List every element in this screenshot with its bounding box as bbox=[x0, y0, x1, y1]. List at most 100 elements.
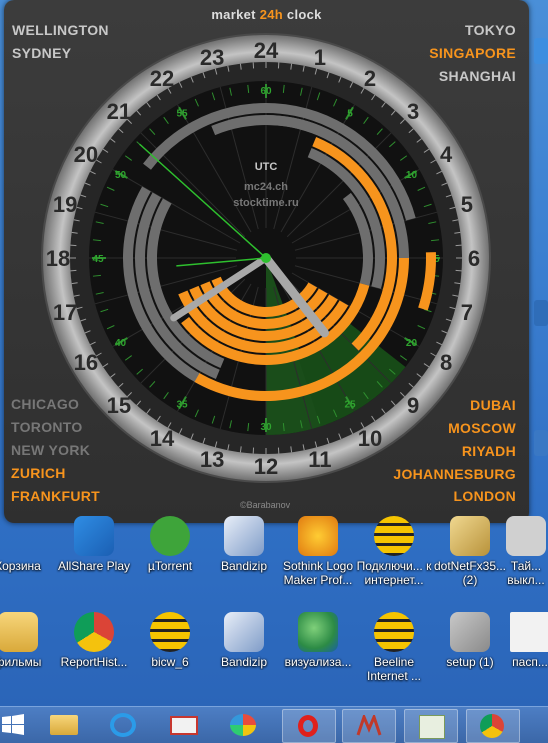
bandizip-icon bbox=[224, 612, 264, 652]
chart-app-icon bbox=[419, 715, 445, 739]
recycle-bin-icon bbox=[0, 516, 38, 556]
hour-number: 9 bbox=[407, 393, 419, 418]
folder-icon bbox=[50, 715, 78, 735]
market-clock-widget[interactable]: market 24h clock 51015202530354045505560… bbox=[4, 0, 529, 523]
minute-label: 35 bbox=[176, 399, 188, 410]
taskbar-overflow[interactable] bbox=[526, 709, 548, 741]
hour-number: 19 bbox=[53, 192, 77, 217]
copyright-label: ©Barabanov bbox=[240, 500, 290, 510]
city-shanghai: SHANGHAI bbox=[439, 68, 516, 84]
hour-number: 22 bbox=[150, 66, 174, 91]
city-zurich: ZURICH bbox=[11, 465, 66, 481]
hour-number: 15 bbox=[107, 393, 131, 418]
hour-number: 12 bbox=[254, 454, 278, 479]
desktop-icon-sothink-logo-maker[interactable]: Sothink Logo Maker Prof... bbox=[278, 516, 358, 587]
taskbar-chrome[interactable] bbox=[466, 709, 520, 743]
hour-number: 1 bbox=[314, 45, 326, 70]
city-moscow: MOSCOW bbox=[448, 420, 516, 436]
city-chicago: CHICAGO bbox=[11, 396, 79, 412]
utorrent-icon bbox=[150, 516, 190, 556]
gmail-icon bbox=[170, 716, 198, 735]
shortcut-icon bbox=[506, 516, 546, 556]
site-label-1: mc24.ch bbox=[244, 181, 288, 193]
beeline-icon bbox=[150, 612, 190, 652]
taskbar bbox=[0, 706, 548, 743]
city-toronto: TORONTO bbox=[11, 419, 83, 435]
taskbar-explorer[interactable] bbox=[38, 709, 90, 741]
hour-number: 18 bbox=[46, 246, 70, 271]
partial-desktop-icon[interactable] bbox=[534, 300, 548, 326]
hour-number: 11 bbox=[308, 447, 331, 472]
opera-icon bbox=[298, 715, 318, 737]
city-frankfurt: FRANKFURT bbox=[11, 488, 100, 504]
desktop-icon-connect-internet[interactable]: Подключи... к интернет... bbox=[354, 516, 434, 587]
taskbar-chart-app[interactable] bbox=[404, 709, 458, 743]
desktop-icon-visualization[interactable]: визуализа... bbox=[278, 612, 358, 670]
minute-label: 30 bbox=[260, 422, 272, 433]
app-logo-icon bbox=[356, 715, 382, 737]
desktop-icon-reporthist[interactable]: ReportHist... bbox=[54, 612, 134, 670]
start-button[interactable] bbox=[0, 709, 30, 741]
setup-icon bbox=[450, 612, 490, 652]
city-riyadh: RIYADH bbox=[462, 443, 516, 459]
minute-label: 60 bbox=[260, 86, 272, 97]
installer-icon bbox=[450, 516, 490, 556]
hour-number: 5 bbox=[461, 192, 473, 217]
sothink-logo-icon bbox=[298, 516, 338, 556]
desktop-icon-beeline-internet[interactable]: Beeline Internet ... bbox=[354, 612, 434, 683]
hour-number: 3 bbox=[407, 99, 419, 124]
taskbar-app-nv[interactable] bbox=[342, 709, 396, 743]
allshare-play-icon bbox=[74, 516, 114, 556]
taskbar-paint[interactable] bbox=[218, 709, 270, 741]
hour-number: 23 bbox=[200, 45, 224, 70]
hour-number: 24 bbox=[254, 38, 279, 63]
hour-number: 17 bbox=[53, 300, 77, 325]
desktop-icon-recycle-bin[interactable]: Корзина bbox=[0, 516, 58, 574]
city-johannesburg: JOHANNESBURG bbox=[393, 466, 516, 482]
minute-label: 50 bbox=[115, 170, 127, 181]
desktop-icon-bandizip-2[interactable]: Bandizip bbox=[204, 612, 284, 670]
hour-number: 4 bbox=[440, 142, 453, 167]
city-london: LONDON bbox=[454, 488, 516, 504]
taskbar-mail[interactable] bbox=[158, 709, 210, 741]
folder-icon bbox=[0, 612, 38, 652]
chrome-icon bbox=[480, 714, 504, 738]
desktop-icon-bandizip[interactable]: Bandizip bbox=[204, 516, 284, 574]
hour-number: 6 bbox=[468, 246, 480, 271]
desktop-icon-bicw6[interactable]: bicw_6 bbox=[130, 612, 210, 670]
desktop-icon-passport[interactable]: пасп... bbox=[500, 612, 548, 670]
desktop-icon-setup[interactable]: setup (1) bbox=[430, 612, 510, 670]
taskbar-internet-explorer[interactable] bbox=[98, 709, 150, 741]
beeline-icon bbox=[374, 612, 414, 652]
utc-label: UTC bbox=[255, 161, 278, 173]
site-label-2: stocktime.ru bbox=[233, 197, 298, 209]
desktop-icon-utorrent[interactable]: µTorrent bbox=[130, 516, 210, 574]
center-pin bbox=[261, 253, 271, 263]
pdf-icon bbox=[510, 612, 548, 652]
windows-logo-icon bbox=[2, 714, 24, 736]
minute-label: 25 bbox=[344, 399, 356, 410]
minute-label: 10 bbox=[406, 170, 418, 181]
hour-number: 20 bbox=[74, 142, 98, 167]
minute-label: 40 bbox=[115, 338, 127, 349]
bandizip-icon bbox=[224, 516, 264, 556]
hour-number: 7 bbox=[461, 300, 473, 325]
desktop-icon-allshare-play[interactable]: AllShare Play bbox=[54, 516, 134, 574]
paint-palette-icon bbox=[230, 714, 256, 736]
city-tokyo: TOKYO bbox=[465, 22, 516, 38]
hour-number: 8 bbox=[440, 350, 452, 375]
globe-icon bbox=[298, 612, 338, 652]
hour-number: 14 bbox=[150, 426, 175, 451]
hour-number: 2 bbox=[364, 66, 376, 91]
minute-label: 5 bbox=[347, 109, 353, 120]
city-wellington: WELLINGTON bbox=[12, 22, 109, 38]
city-dubai: DUBAI bbox=[470, 397, 516, 413]
desktop-icon-films[interactable]: фильмы bbox=[0, 612, 58, 670]
partial-desktop-icon[interactable] bbox=[534, 38, 548, 64]
partial-desktop-icon[interactable] bbox=[534, 430, 548, 456]
minute-label: 45 bbox=[92, 254, 104, 265]
taskbar-opera[interactable] bbox=[282, 709, 336, 743]
city-new-york: NEW YORK bbox=[11, 442, 90, 458]
desktop-icon-shutdown[interactable]: Тай... выкл... bbox=[496, 516, 548, 587]
hour-number: 13 bbox=[200, 447, 224, 472]
